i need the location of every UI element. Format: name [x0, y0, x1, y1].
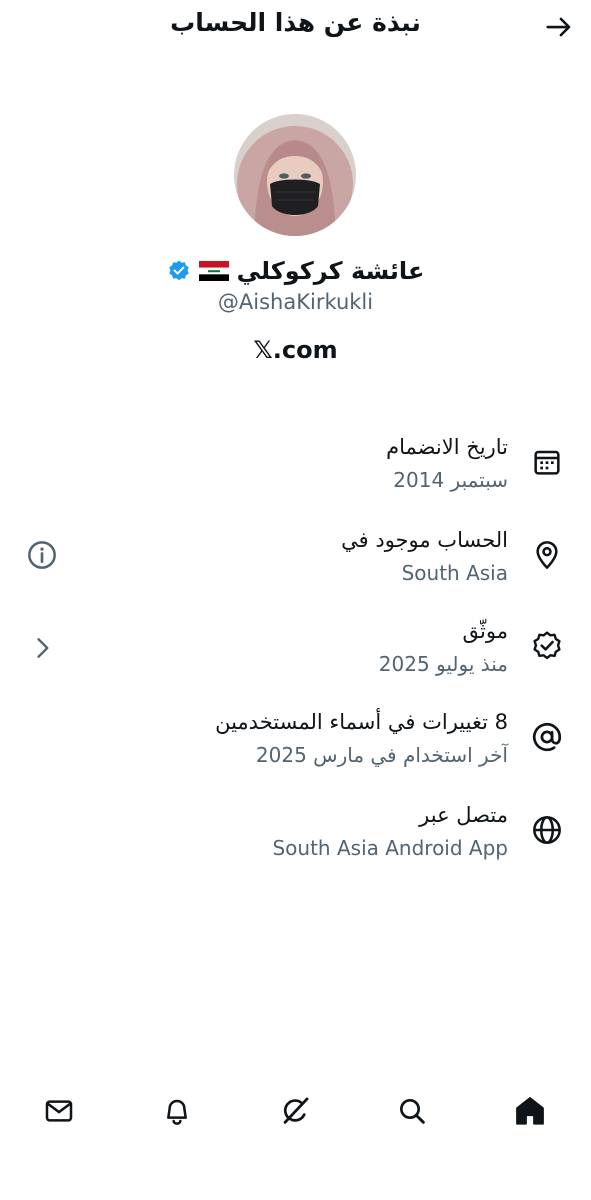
search-icon — [400, 1099, 425, 1124]
info-row-subtitle: منذ يوليو 2025 — [378, 652, 508, 676]
bell-icon — [167, 1099, 187, 1125]
chevron-button[interactable] — [24, 630, 60, 666]
info-row-joined: تاريخ الانضمام سبتمبر 2014 — [0, 430, 591, 510]
info-row-title: الحساب موجود في — [341, 528, 508, 552]
at-sign-icon — [529, 719, 565, 755]
nav-notifications[interactable] — [157, 1091, 197, 1131]
grok-icon — [283, 1097, 309, 1124]
info-row-text: الحساب موجود في South Asia — [68, 523, 508, 589]
about-account-page: نبذة عن هذا الحساب عائشة كركوكلي @AishaK… — [0, 0, 591, 1200]
header: نبذة عن هذا الحساب — [0, 0, 591, 52]
home-icon — [516, 1097, 544, 1125]
info-row-text: متصل عبر South Asia Android App — [68, 798, 508, 864]
info-row-subtitle: سبتمبر 2014 — [393, 468, 508, 492]
location-pin-icon — [529, 537, 565, 573]
name-row: عائشة كركوكلي — [0, 254, 591, 288]
info-row-subtitle: South Asia — [401, 561, 508, 585]
info-button[interactable] — [24, 537, 60, 573]
verified-check-icon — [529, 628, 565, 664]
nav-grok[interactable] — [275, 1091, 315, 1131]
bottom-nav — [0, 1085, 591, 1137]
info-row-username-changes: 8 تغييرات في أسماء المستخدمين آخر استخدا… — [0, 705, 591, 785]
info-row-text: تاريخ الانضمام سبتمبر 2014 — [68, 430, 508, 496]
info-icon — [28, 541, 56, 569]
info-row-title: تاريخ الانضمام — [386, 435, 508, 459]
iraq-flag — [198, 261, 229, 281]
nav-search[interactable] — [392, 1091, 432, 1131]
mail-icon — [45, 1100, 73, 1122]
arrow-right-icon — [546, 17, 571, 37]
site-link[interactable]: 𝕏.com — [0, 336, 591, 364]
calendar-icon — [529, 444, 565, 480]
globe-icon — [529, 812, 565, 848]
info-row-title: موثّق — [462, 619, 508, 643]
info-row-title: 8 تغييرات في أسماء المستخدمين — [215, 710, 508, 734]
page-title: نبذة عن هذا الحساب — [170, 8, 421, 37]
nav-messages[interactable] — [39, 1091, 79, 1131]
info-row-title: متصل عبر — [419, 803, 508, 827]
verified-badge-icon — [168, 260, 189, 281]
user-handle[interactable]: @AishaKirkukli — [0, 290, 591, 314]
nav-home[interactable] — [510, 1091, 550, 1131]
info-row-subtitle: South Asia Android App — [272, 836, 508, 860]
info-row-location: الحساب موجود في South Asia — [0, 523, 591, 603]
avatar[interactable] — [234, 114, 356, 236]
info-row-text: موثّق منذ يوليو 2025 — [68, 614, 508, 680]
info-row-verified[interactable]: موثّق منذ يوليو 2025 — [0, 614, 591, 694]
info-row-subtitle: آخر استخدام في مارس 2025 — [255, 743, 508, 767]
display-name: عائشة كركوكلي — [236, 257, 425, 285]
back-button[interactable] — [543, 11, 575, 43]
info-row-text: 8 تغييرات في أسماء المستخدمين آخر استخدا… — [68, 705, 508, 771]
info-row-connected-via: متصل عبر South Asia Android App — [0, 798, 591, 878]
chevron-right-icon — [37, 638, 49, 658]
